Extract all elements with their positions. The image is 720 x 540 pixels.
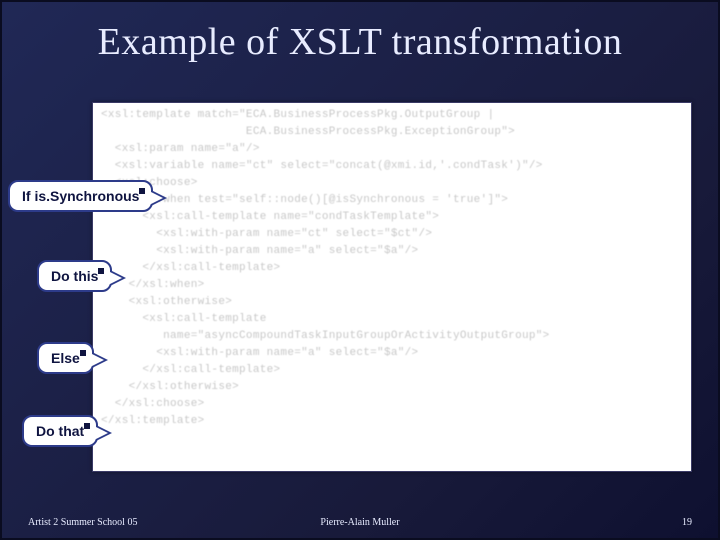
callout-label: Else — [51, 350, 80, 366]
callout-do-that: Do that — [22, 415, 98, 447]
footer-left: Artist 2 Summer School 05 — [28, 517, 137, 528]
code-block: <xsl:template match="ECA.BusinessProcess… — [92, 102, 692, 472]
code-line: <xsl:param name="a"/> — [101, 141, 683, 158]
code-line: </xsl:template> — [101, 413, 683, 430]
callout-tail-icon — [108, 271, 122, 285]
code-line: ECA.BusinessProcessPkg.ExceptionGroup"> — [101, 124, 683, 141]
code-line: <xsl:call-template name="condTaskTemplat… — [101, 209, 683, 226]
code-line: <xsl:with-param name="a" select="$a"/> — [101, 345, 683, 362]
callout-else: Else — [37, 342, 94, 374]
code-line: </xsl:when> — [101, 277, 683, 294]
callout-if-synchronous: If is.Synchronous — [8, 180, 153, 212]
code-line: </xsl:choose> — [101, 396, 683, 413]
code-line: <xsl:call-template — [101, 311, 683, 328]
callout-tail-icon — [149, 191, 163, 205]
footer-center: Pierre-Alain Muller — [320, 517, 399, 528]
callout-tail-icon — [94, 426, 108, 440]
code-line: <xsl:template match="ECA.BusinessProcess… — [101, 107, 683, 124]
callout-label: If is.Synchronous — [22, 188, 139, 204]
code-line: name="asyncCompoundTaskInputGroupOrActiv… — [101, 328, 683, 345]
code-line: <xsl:with-param name="a" select="$a"/> — [101, 243, 683, 260]
callout-label: Do this — [51, 268, 98, 284]
code-line: </xsl:call-template> — [101, 260, 683, 277]
code-line: <xsl:choose> — [101, 175, 683, 192]
callout-tail-icon — [90, 353, 104, 367]
footer: Artist 2 Summer School 05 Pierre-Alain M… — [2, 517, 718, 528]
slide-title: Example of XSLT transformation — [2, 2, 718, 68]
code-line: <xsl:with-param name="ct" select="$ct"/> — [101, 226, 683, 243]
footer-right: 19 — [682, 517, 692, 528]
code-line: <xsl:when test="self::node()[@isSynchron… — [101, 192, 683, 209]
code-line: <xsl:otherwise> — [101, 294, 683, 311]
slide: Example of XSLT transformation <xsl:temp… — [0, 0, 720, 540]
code-line: </xsl:call-template> — [101, 362, 683, 379]
callout-label: Do that — [36, 423, 84, 439]
callout-do-this: Do this — [37, 260, 112, 292]
code-line: </xsl:otherwise> — [101, 379, 683, 396]
code-line: <xsl:variable name="ct" select="concat(@… — [101, 158, 683, 175]
